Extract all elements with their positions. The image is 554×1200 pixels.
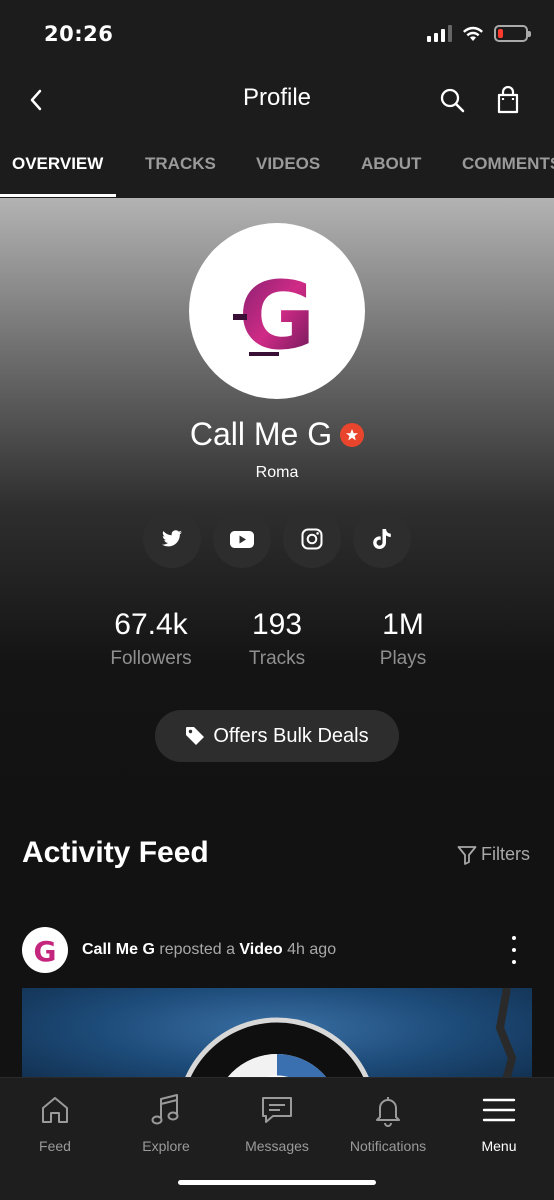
page-title: Profile [242,84,312,111]
nav-label: Notifications [349,1138,427,1154]
home-indicator [178,1180,376,1185]
header: Profile [0,70,554,130]
feed-post-header: G Call Me G reposted a Video 4h ago [22,926,532,974]
bell-icon [376,1097,400,1127]
post-object[interactable]: Video [239,941,282,958]
stat-plays: 1M Plays [333,608,473,670]
artist-logo: G [233,262,316,366]
filters-button[interactable]: Filters [457,844,530,865]
search-icon [440,88,465,113]
battery-icon [494,24,531,42]
post-avatar[interactable]: G [22,927,68,973]
stat-label: Plays [379,648,427,669]
signal-icon [427,24,452,42]
home-icon [42,1097,68,1123]
nav-label: Messages [245,1138,309,1154]
tab-about[interactable]: ABOUT [361,154,421,174]
tab-videos[interactable]: VIDEOS [256,154,320,174]
nav-messages[interactable]: Messages [222,1090,332,1154]
more-options-icon[interactable] [506,936,522,964]
tab-bar: OVERVIEW TRACKS VIDEOS ABOUT COMMENTS [0,130,554,198]
tab-tracks[interactable]: TRACKS [145,154,216,174]
menu-icon [482,1098,516,1122]
post-action: reposted a [159,941,235,958]
svg-text:G: G [238,262,315,366]
youtube-icon [230,530,254,548]
nav-feed[interactable]: Feed [0,1090,110,1154]
active-tab-indicator [0,194,116,197]
activity-feed: Activity Feed Filters G Call Me G repost… [0,818,554,1088]
tab-overview[interactable]: OVERVIEW [12,154,103,174]
artist-name-row: Call Me G [0,416,554,453]
twitter-icon [162,530,182,547]
artist-name: Call Me G [189,416,333,452]
nav-explore[interactable]: Explore [111,1090,221,1154]
status-bar: 20:26 [0,0,554,70]
post-description: Call Me G reposted a Video 4h ago [82,941,336,959]
verified-badge-icon [340,422,365,447]
stat-tracks[interactable]: 193 Tracks [207,608,347,670]
svg-text:G: G [34,935,57,965]
post-user[interactable]: Call Me G [82,941,155,958]
stat-label: Followers [110,648,192,669]
artist-location: Roma [255,464,299,481]
status-time: 20:26 [44,22,114,46]
twitter-button[interactable] [143,510,201,568]
bulk-deals-label: Offers Bulk Deals [213,724,369,747]
instagram-button[interactable] [283,510,341,568]
feed-title: Activity Feed [22,836,209,869]
cart-button[interactable] [490,82,526,118]
tiktok-icon [373,529,391,549]
profile-header: G Call Me G Roma 67.4k Followers 193 Tra… [0,198,554,818]
tiktok-button[interactable] [353,510,411,568]
stat-followers[interactable]: 67.4k Followers [81,608,221,670]
post-time: 4h ago [287,941,337,958]
nav-menu[interactable]: Menu [444,1090,554,1154]
filter-icon [457,845,477,865]
nav-label: Explore [142,1138,190,1154]
stat-value: 193 [251,608,303,641]
post-media-thumbnail[interactable] [22,988,532,1088]
stat-value: 1M [382,608,424,641]
profile-avatar: G [189,223,365,399]
social-links [0,510,554,568]
search-button[interactable] [434,82,470,118]
filters-label: Filters [481,844,530,864]
shopping-bag-icon [497,86,519,114]
status-icons [427,24,531,42]
message-icon [262,1097,292,1123]
music-note-icon [151,1094,179,1125]
youtube-button[interactable] [213,510,271,568]
nav-label: Menu [481,1138,517,1154]
instagram-icon [301,528,323,550]
tag-icon [186,727,205,745]
stat-value: 67.4k [114,608,188,641]
bulk-deals-button[interactable]: Offers Bulk Deals [155,710,399,762]
nav-notifications[interactable]: Notifications [333,1090,443,1154]
nav-label: Feed [39,1138,71,1154]
wifi-icon [463,26,483,41]
tab-comments[interactable]: COMMENTS [462,154,554,174]
stat-label: Tracks [248,648,306,669]
